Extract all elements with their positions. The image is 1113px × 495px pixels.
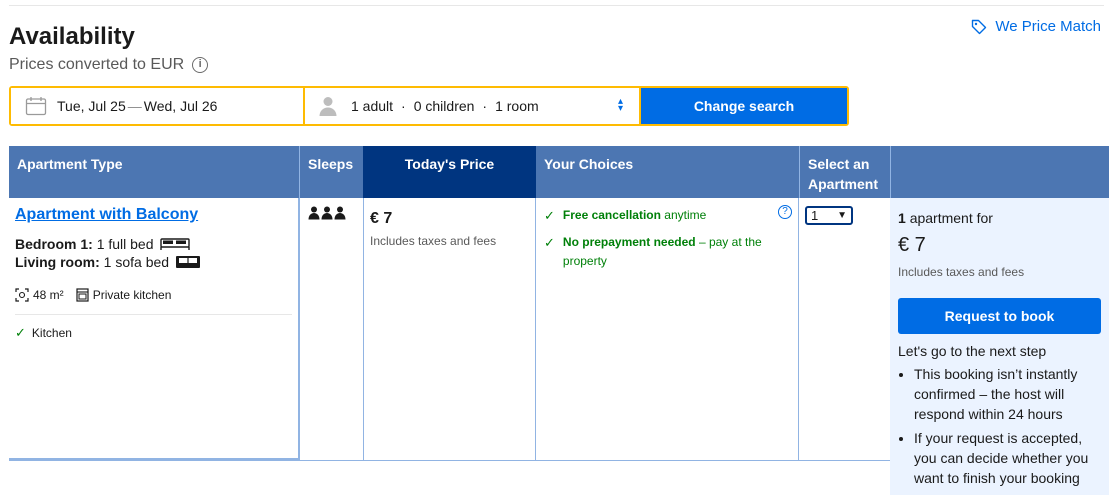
- chevron-down-icon: ▼: [837, 210, 847, 221]
- table-bottom-border: [299, 460, 890, 461]
- rooms-count: 1 room: [495, 98, 539, 114]
- double-bed-icon: [159, 238, 190, 250]
- calendar-icon: [25, 97, 47, 116]
- summary-tax-note: Includes taxes and fees: [898, 265, 1025, 279]
- column-header-select: Select an Apartment: [799, 146, 890, 198]
- bed-info-bedroom: Bedroom 1: 1 full bed: [15, 236, 292, 252]
- guests-field[interactable]: 1 adult · 0 children · 1 room ▴ ▾: [305, 88, 639, 124]
- children-count: 0 children: [413, 98, 475, 114]
- booking-note-item: This booking isn’t instantly confirmed –…: [914, 364, 1101, 424]
- bedroom-label: Bedroom 1:: [15, 236, 93, 252]
- select-cell: 1 ▼: [799, 198, 890, 460]
- price-match-label: We Price Match: [995, 18, 1101, 35]
- booking-notes: This booking isn’t instantly confirmed –…: [898, 364, 1101, 488]
- chevron-updown-icon: ▴ ▾: [617, 96, 623, 114]
- tag-icon: [972, 19, 987, 34]
- price-cell: € 7 Includes taxes and fees: [363, 198, 536, 460]
- info-icon[interactable]: i: [192, 57, 209, 73]
- currency-note-text: Prices converted to EUR: [9, 56, 185, 73]
- occupancy-icon: [308, 206, 346, 220]
- apartment-quantity-select[interactable]: 1 ▼: [805, 206, 853, 225]
- checkmark-icon: ✓: [544, 235, 555, 250]
- choices-cell: ✓ Free cancellation anytime ? ✓ No prepa…: [536, 198, 799, 460]
- booking-summary: 1 apartment for € 7 Includes taxes and f…: [890, 198, 1109, 495]
- free-cancellation-label: Free cancellation: [562, 208, 661, 222]
- guest-separator: ·: [401, 98, 406, 114]
- apartment-type-cell: Apartment with Balcony Bedroom 1: 1 full…: [9, 198, 299, 460]
- summary-count: 1 apartment for: [898, 210, 1101, 226]
- amenity-item: ✓ Kitchen: [15, 325, 292, 341]
- checkmark-icon: ✓: [544, 208, 555, 223]
- person-icon: [319, 97, 337, 116]
- date-picker-field[interactable]: Tue, Jul 25— Wed, Jul 26: [11, 88, 303, 124]
- column-header-choices: Your Choices: [536, 146, 799, 198]
- choice-no-prepayment: ✓ No prepayment needed – pay at the prop…: [544, 233, 790, 271]
- price-tax-note: Includes taxes and fees: [370, 234, 497, 248]
- checkmark-icon: ✓: [15, 325, 26, 340]
- row-divider: [15, 314, 292, 315]
- next-step-text: Let's go to the next step: [898, 343, 1047, 359]
- facility-list: 48 m² Private kitchen: [15, 288, 292, 302]
- room-price: € 7: [370, 210, 393, 227]
- living-room-label: Living room:: [15, 254, 100, 270]
- sleeps-cell: [299, 198, 363, 460]
- floor-area-icon: [15, 288, 29, 302]
- guest-separator: ·: [482, 98, 488, 114]
- page-title: Availability: [9, 23, 135, 50]
- choice-free-cancellation: ✓ Free cancellation anytime ?: [544, 205, 792, 225]
- column-header-sleeps: Sleeps: [299, 146, 363, 198]
- amenity-label: Kitchen: [31, 326, 72, 340]
- top-divider: [9, 5, 1104, 6]
- sofa-bed-icon: [176, 256, 201, 268]
- check-out-date: Wed, Jul 26: [143, 98, 218, 114]
- column-header-type: Apartment Type: [9, 146, 299, 198]
- search-bar: Tue, Jul 25— Wed, Jul 26 1 adult · 0 childr…: [9, 86, 849, 126]
- booking-note-item: If your request is accepted, you can dec…: [914, 428, 1101, 488]
- price-match-link[interactable]: We Price Match: [971, 18, 1101, 35]
- facility-kitchen: Private kitchen: [76, 288, 172, 302]
- summary-price: € 7: [898, 234, 926, 256]
- date-separator: —: [127, 98, 142, 114]
- oven-icon: [76, 288, 89, 302]
- no-prepayment-label: No prepayment needed: [562, 235, 696, 249]
- selected-quantity: 1: [811, 208, 819, 223]
- area-value: 48 m²: [33, 288, 64, 302]
- help-icon[interactable]: ?: [778, 205, 792, 219]
- bed-info-living-room: Living room: 1 sofa bed: [15, 254, 292, 270]
- change-search-button[interactable]: Change search: [641, 88, 847, 124]
- bedroom-value: 1 full bed: [96, 236, 154, 252]
- column-header-booking: [890, 146, 1109, 198]
- request-to-book-button[interactable]: Request to book: [898, 298, 1101, 334]
- adults-count: 1 adult: [351, 98, 394, 114]
- row-bottom-border: [9, 458, 299, 461]
- kitchen-facility-label: Private kitchen: [92, 288, 172, 302]
- column-header-price: Today's Price: [363, 146, 536, 198]
- currency-note: Prices converted to EUR i: [9, 56, 209, 74]
- facility-area: 48 m²: [15, 288, 64, 302]
- free-cancellation-detail: anytime: [664, 208, 707, 222]
- summary-count-number: 1: [898, 210, 906, 226]
- room-name-link[interactable]: Apartment with Balcony: [15, 206, 198, 223]
- summary-count-text: apartment for: [909, 210, 993, 226]
- living-room-value: 1 sofa bed: [103, 254, 170, 270]
- check-in-date: Tue, Jul 25: [57, 98, 126, 114]
